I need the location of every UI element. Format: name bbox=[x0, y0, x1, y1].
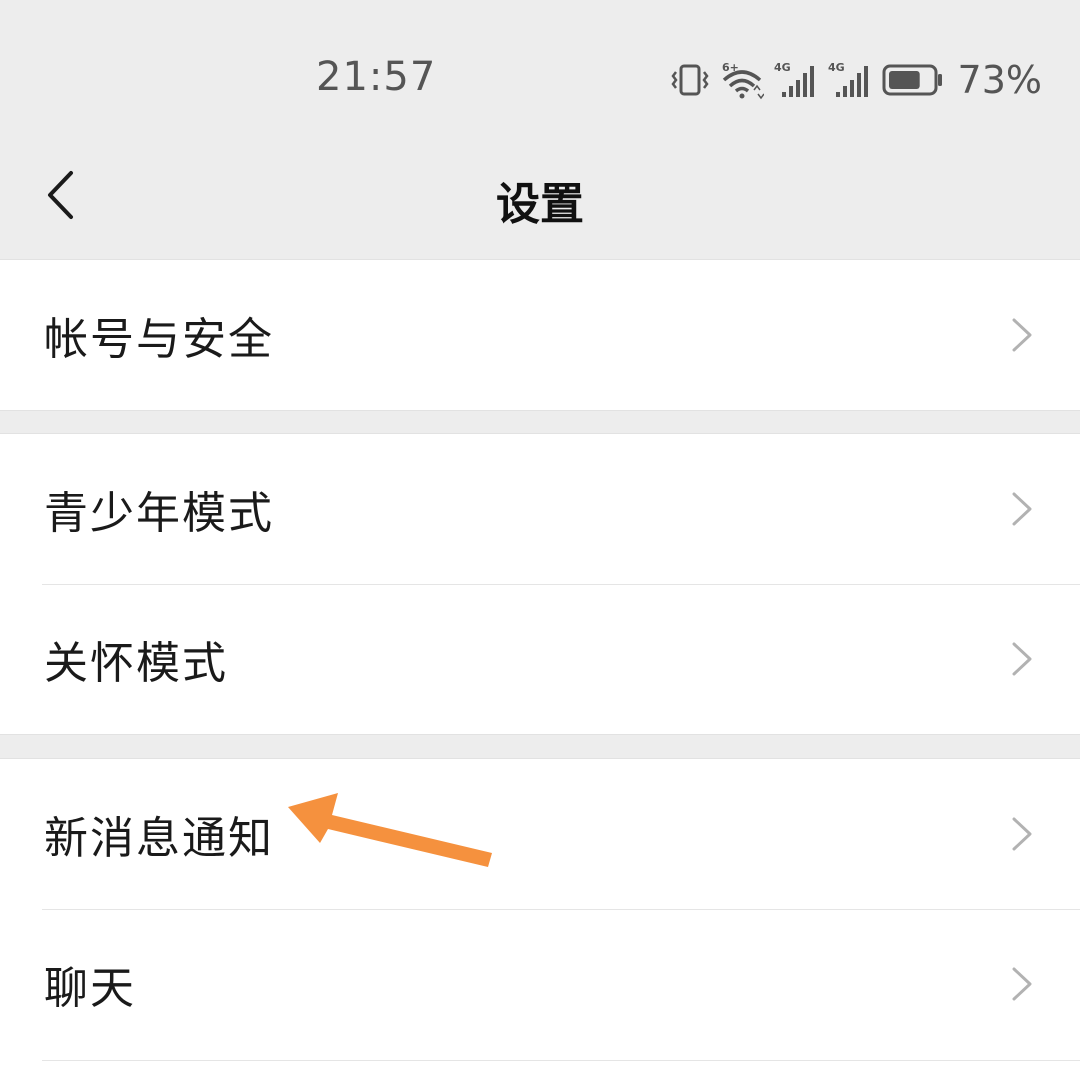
status-bar: 21:57 6+ 4G 4G 73% bbox=[0, 0, 1080, 130]
settings-group-modes: 青少年模式 关怀模式 bbox=[0, 433, 1080, 735]
settings-item-care-mode[interactable]: 关怀模式 bbox=[0, 584, 1080, 734]
settings-group-messages: 新消息通知 聊天 bbox=[0, 758, 1080, 1076]
chevron-right-icon bbox=[1012, 492, 1032, 526]
chevron-right-icon bbox=[1012, 817, 1032, 851]
svg-text:4G: 4G bbox=[828, 61, 845, 74]
page-title: 设置 bbox=[496, 179, 584, 230]
svg-text:4G: 4G bbox=[774, 61, 791, 74]
vibrate-icon bbox=[670, 62, 710, 98]
signal-4g-icon: 4G bbox=[774, 60, 818, 100]
settings-item-label: 帐号与安全 bbox=[44, 314, 274, 365]
chevron-right-icon bbox=[1012, 967, 1032, 1001]
settings-item-teen-mode[interactable]: 青少年模式 bbox=[0, 434, 1080, 584]
wifi-6-icon: 6+ bbox=[720, 60, 764, 100]
battery-icon bbox=[882, 63, 944, 97]
settings-group-account: 帐号与安全 bbox=[0, 259, 1080, 411]
settings-item-account-security[interactable]: 帐号与安全 bbox=[0, 260, 1080, 410]
settings-item-label: 新消息通知 bbox=[44, 813, 274, 864]
status-icons: 6+ 4G 4G 73% bbox=[670, 56, 1042, 104]
battery-percent: 73% bbox=[957, 58, 1042, 102]
settings-item-label: 关怀模式 bbox=[44, 638, 228, 689]
signal-4g-icon: 4G bbox=[828, 60, 872, 100]
settings-item-new-message-notifications[interactable]: 新消息通知 bbox=[0, 759, 1080, 909]
list-divider bbox=[42, 1060, 1080, 1061]
chevron-right-icon bbox=[1012, 318, 1032, 352]
status-time: 21:57 bbox=[316, 54, 437, 100]
nav-bar: 设置 bbox=[0, 130, 1080, 260]
chevron-right-icon bbox=[1012, 642, 1032, 676]
settings-screen: 21:57 6+ 4G 4G 73% 设置 帐号与安全 青少年模式 关怀模式 新… bbox=[0, 0, 1080, 1076]
settings-item-label: 青少年模式 bbox=[44, 488, 274, 539]
settings-item-label: 聊天 bbox=[44, 963, 136, 1014]
settings-item-chat[interactable]: 聊天 bbox=[0, 909, 1080, 1059]
